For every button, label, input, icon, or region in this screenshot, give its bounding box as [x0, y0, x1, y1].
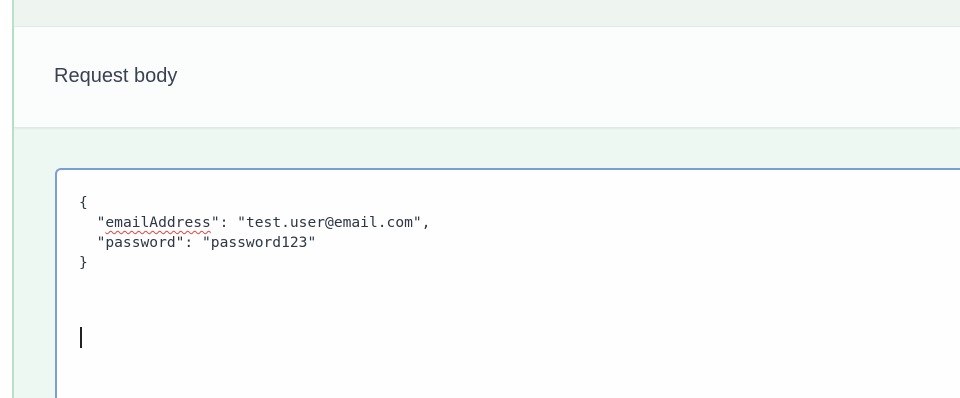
code-line-open-brace: {: [79, 194, 88, 211]
section-top-strip: [14, 0, 960, 27]
section-title: Request body: [54, 65, 178, 87]
code-line-close-brace: }: [79, 254, 88, 271]
email-address-value: ": "test.user@email.com",: [210, 214, 431, 231]
code-line-email: "emailAddress": "test.user@email.com",: [79, 213, 960, 233]
request-body-textarea[interactable]: { "emailAddress": "test.user@email.com",…: [55, 168, 960, 398]
request-body-section: Request body { "emailAddress": "test.use…: [0, 0, 960, 398]
section-header: Request body: [14, 27, 960, 128]
text-cursor: [80, 327, 82, 348]
email-address-key: emailAddress: [105, 214, 211, 231]
code-line-password: "password": "password123": [79, 234, 317, 251]
